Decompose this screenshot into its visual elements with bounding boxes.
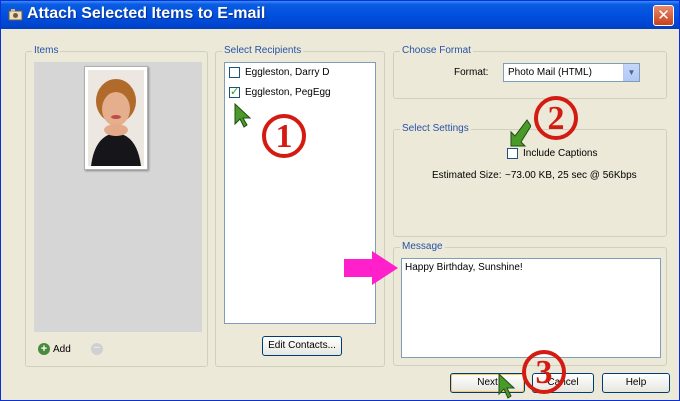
recipient-name: Eggleston, Darry D: [245, 67, 330, 78]
annotation-step-one: 1: [262, 114, 306, 158]
message-text: Happy Birthday, Sunshine!: [405, 262, 523, 273]
recipients-panel: Select Recipients Eggleston, Darry D Egg…: [215, 45, 385, 367]
recipients-label: Select Recipients: [222, 45, 304, 56]
green-cursor-arrow-icon: [234, 102, 252, 128]
window-title: Attach Selected Items to E-mail: [27, 5, 266, 22]
attach-app-icon: [8, 9, 23, 21]
green-cursor-arrow-icon: [498, 372, 516, 399]
estimated-size-label: Estimated Size:: [432, 170, 502, 181]
portrait-image: [85, 67, 147, 169]
estimated-size-value: ~73.00 KB, 25 sec @ 56Kbps: [505, 170, 637, 181]
help-button[interactable]: Help: [602, 373, 670, 393]
items-label: Items: [32, 45, 61, 56]
annotation-step-two: 2: [534, 96, 578, 140]
recipient-name: Eggleston, PegEgg: [245, 87, 331, 98]
add-label: Add: [53, 343, 71, 355]
title-bar[interactable]: Attach Selected Items to E-mail ✕: [1, 1, 679, 29]
photo-thumbnail[interactable]: [84, 66, 148, 170]
include-captions-checkbox[interactable]: [507, 148, 518, 159]
format-panel-label: Choose Format: [400, 45, 473, 56]
format-selected-value: Photo Mail (HTML): [508, 67, 592, 78]
settings-label: Select Settings: [400, 123, 471, 134]
format-field-label: Format:: [454, 67, 489, 78]
items-panel: Items + Add −: [25, 45, 208, 367]
close-button[interactable]: ✕: [653, 5, 674, 26]
format-panel: Choose Format Format: Photo Mail (HTML) …: [393, 45, 667, 99]
include-captions-label: Include Captions: [523, 148, 598, 159]
magenta-arrow-icon: [344, 251, 398, 285]
format-select[interactable]: Photo Mail (HTML) ▼: [503, 63, 640, 82]
dialog-body: Items + Add − Select Recipients Egglesto…: [5, 29, 675, 398]
attach-dialog: Attach Selected Items to E-mail ✕ Items: [0, 0, 680, 401]
include-captions-row[interactable]: Include Captions: [507, 148, 598, 159]
message-panel: Message Happy Birthday, Sunshine!: [393, 241, 667, 366]
recipient-item[interactable]: Eggleston, Darry D: [229, 67, 329, 78]
add-button[interactable]: + Add: [38, 343, 71, 355]
chevron-down-icon[interactable]: ▼: [623, 64, 639, 81]
items-thumbnail-area[interactable]: [34, 62, 202, 332]
recipient-checkbox[interactable]: [229, 85, 240, 98]
recipient-checkbox[interactable]: [229, 67, 240, 78]
message-label: Message: [400, 241, 445, 252]
green-down-arrow-icon: [510, 119, 531, 147]
annotation-step-three: 3: [522, 350, 566, 394]
message-textarea[interactable]: Happy Birthday, Sunshine!: [401, 258, 661, 358]
edit-contacts-button[interactable]: Edit Contacts...: [262, 336, 342, 356]
add-icon: +: [38, 343, 50, 355]
recipient-item[interactable]: Eggleston, PegEgg: [229, 85, 331, 98]
remove-icon[interactable]: −: [91, 343, 103, 355]
